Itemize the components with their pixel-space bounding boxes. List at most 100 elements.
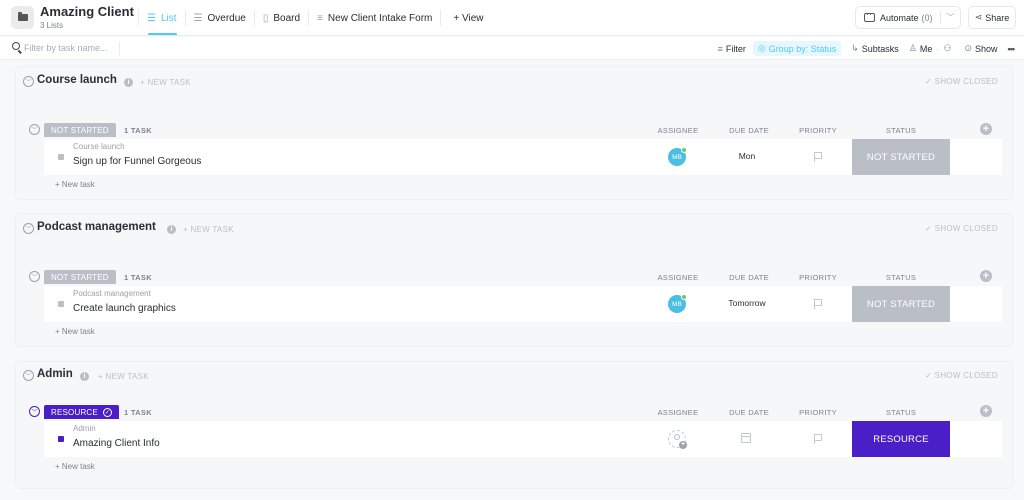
avatar[interactable]: MB <box>668 294 687 313</box>
column-header-assignee[interactable]: ASSIGNEE <box>648 408 708 417</box>
new-task-button[interactable]: + New task <box>55 462 95 471</box>
priority-flag-icon[interactable] <box>814 152 822 162</box>
online-indicator-icon <box>681 294 687 300</box>
separator-dot: · <box>936 43 940 54</box>
priority-flag-icon[interactable] <box>814 299 822 309</box>
status-cell[interactable]: NOT STARTED <box>852 139 950 175</box>
subtasks-button[interactable]: ↳ Subtasks <box>851 43 899 54</box>
task-row[interactable]: Course launch Sign up for Funnel Gorgeou… <box>44 139 1002 175</box>
tab-board[interactable]: ▯ Board <box>255 0 308 36</box>
column-header-priority[interactable]: PRIORITY <box>788 273 848 282</box>
list-icon: ☰ <box>147 12 156 24</box>
avatar-initials: MB <box>672 153 682 161</box>
share-button[interactable]: ⋖ Share <box>968 6 1016 29</box>
more-options-button[interactable]: ••• <box>1008 44 1016 54</box>
share-icon: ⋖ <box>974 12 983 22</box>
filter-icon: ≡ <box>717 43 723 54</box>
collapse-toggle-icon[interactable]: ﹀ <box>23 76 34 87</box>
me-button[interactable]: ♙ Me · ⚇ <box>909 43 955 54</box>
people-icon[interactable]: ⚇ <box>943 43 951 54</box>
folder-icon <box>17 12 28 21</box>
add-view-button[interactable]: + View <box>445 0 491 36</box>
task-name[interactable]: Create launch graphics <box>73 303 176 314</box>
new-task-link[interactable]: + NEW TASK <box>140 78 191 87</box>
column-header-due-date[interactable]: DUE DATE <box>716 273 782 282</box>
status-group-pill[interactable]: RESOURCE ✓ <box>44 405 119 419</box>
folder-button[interactable] <box>11 6 34 29</box>
show-closed-toggle[interactable]: ✓ SHOW CLOSED <box>925 77 998 86</box>
column-header-status[interactable]: STATUS <box>852 408 950 417</box>
automate-button[interactable]: Automate (0) ﹀ <box>855 6 961 29</box>
collapse-toggle-icon[interactable]: ﹀ <box>23 370 34 381</box>
avatar[interactable]: MB <box>668 147 687 166</box>
new-task-button[interactable]: + New task <box>55 327 95 336</box>
tab-label: New Client Intake Form <box>327 12 433 24</box>
add-column-icon[interactable]: + <box>980 405 992 417</box>
chevron-down-icon[interactable]: ﹀ <box>947 12 955 23</box>
column-header-assignee[interactable]: ASSIGNEE <box>648 273 708 282</box>
group-by-label: Group by: Status <box>768 43 837 54</box>
column-header-status[interactable]: STATUS <box>852 126 950 135</box>
info-icon[interactable]: i <box>124 78 133 87</box>
show-closed-toggle[interactable]: ✓ SHOW CLOSED <box>925 371 998 380</box>
new-task-button[interactable]: + New task <box>55 180 95 189</box>
calendar-icon[interactable] <box>741 433 751 443</box>
status-square-icon[interactable] <box>58 154 64 160</box>
collapse-toggle-icon[interactable]: ﹀ <box>23 223 34 234</box>
column-header-status[interactable]: STATUS <box>852 273 950 282</box>
automate-count: (0) <box>921 12 933 23</box>
add-column-icon[interactable]: + <box>980 270 992 282</box>
add-assignee-icon[interactable]: + <box>668 430 687 449</box>
info-icon[interactable]: i <box>80 372 89 381</box>
column-header-due-date[interactable]: DUE DATE <box>716 126 782 135</box>
filter-button[interactable]: ≡ Filter <box>718 44 746 54</box>
task-row[interactable]: Podcast management Create launch graphic… <box>44 286 1002 322</box>
show-button[interactable]: ⊙ Show <box>964 43 997 54</box>
task-name[interactable]: Amazing Client Info <box>73 438 160 449</box>
status-group-pill[interactable]: NOT STARTED <box>44 270 116 284</box>
due-date[interactable]: Tomorrow <box>714 298 780 308</box>
status-cell[interactable]: RESOURCE <box>852 421 950 457</box>
tab-list[interactable]: ☰ List <box>139 0 185 36</box>
tab-new-client-intake-form[interactable]: ≡ New Client Intake Form <box>309 0 440 36</box>
column-header-priority[interactable]: PRIORITY <box>788 408 848 417</box>
group-by-button[interactable]: ◎ Group by: Status <box>752 41 842 56</box>
group-collapse-icon[interactable]: ﹀ <box>29 406 40 417</box>
search-icon <box>12 42 20 50</box>
status-cell[interactable]: NOT STARTED <box>852 286 950 322</box>
list-title: Course launch <box>37 74 117 86</box>
status-square-icon[interactable] <box>58 436 64 442</box>
show-closed-toggle[interactable]: ✓ SHOW CLOSED <box>925 224 998 233</box>
due-date[interactable]: Mon <box>714 151 780 161</box>
group-collapse-icon[interactable]: ﹀ <box>29 124 40 135</box>
form-icon: ≡ <box>317 12 323 24</box>
info-icon[interactable]: i <box>167 225 176 234</box>
column-header-assignee[interactable]: ASSIGNEE <box>648 126 708 135</box>
task-count: 1 TASK <box>124 408 152 417</box>
new-task-link[interactable]: + NEW TASK <box>183 225 234 234</box>
layers-icon: ◎ <box>757 43 766 53</box>
add-column-icon[interactable]: + <box>980 123 992 135</box>
page-title: Amazing Client <box>40 4 134 19</box>
divider <box>939 11 941 24</box>
search-input[interactable] <box>24 40 114 56</box>
group-collapse-icon[interactable]: ﹀ <box>29 271 40 282</box>
task-row[interactable]: Admin Amazing Client Info + RESOURCE <box>44 421 1002 457</box>
column-header-due-date[interactable]: DUE DATE <box>716 408 782 417</box>
task-count: 1 TASK <box>124 126 152 135</box>
column-header-priority[interactable]: PRIORITY <box>788 126 848 135</box>
tab-label: Board <box>273 12 301 24</box>
new-task-link[interactable]: + NEW TASK <box>98 372 149 381</box>
subtasks-label: Subtasks <box>861 43 899 54</box>
task-name[interactable]: Sign up for Funnel Gorgeous <box>73 156 201 167</box>
header-bar: Amazing Client 3 Lists ☰ List ☰ Overdue … <box>0 0 1024 36</box>
priority-flag-icon[interactable] <box>814 434 822 444</box>
share-label: Share <box>985 12 1010 23</box>
plus-icon: + <box>679 441 687 449</box>
toolbar-actions: ≡ Filter ◎ Group by: Status ↳ Subtasks ♙… <box>708 37 1016 60</box>
tab-overdue[interactable]: ☰ Overdue <box>186 0 254 36</box>
eye-icon: ⊙ <box>964 43 973 53</box>
status-group-pill[interactable]: NOT STARTED <box>44 123 116 137</box>
status-square-icon[interactable] <box>58 301 64 307</box>
divider <box>119 42 120 55</box>
